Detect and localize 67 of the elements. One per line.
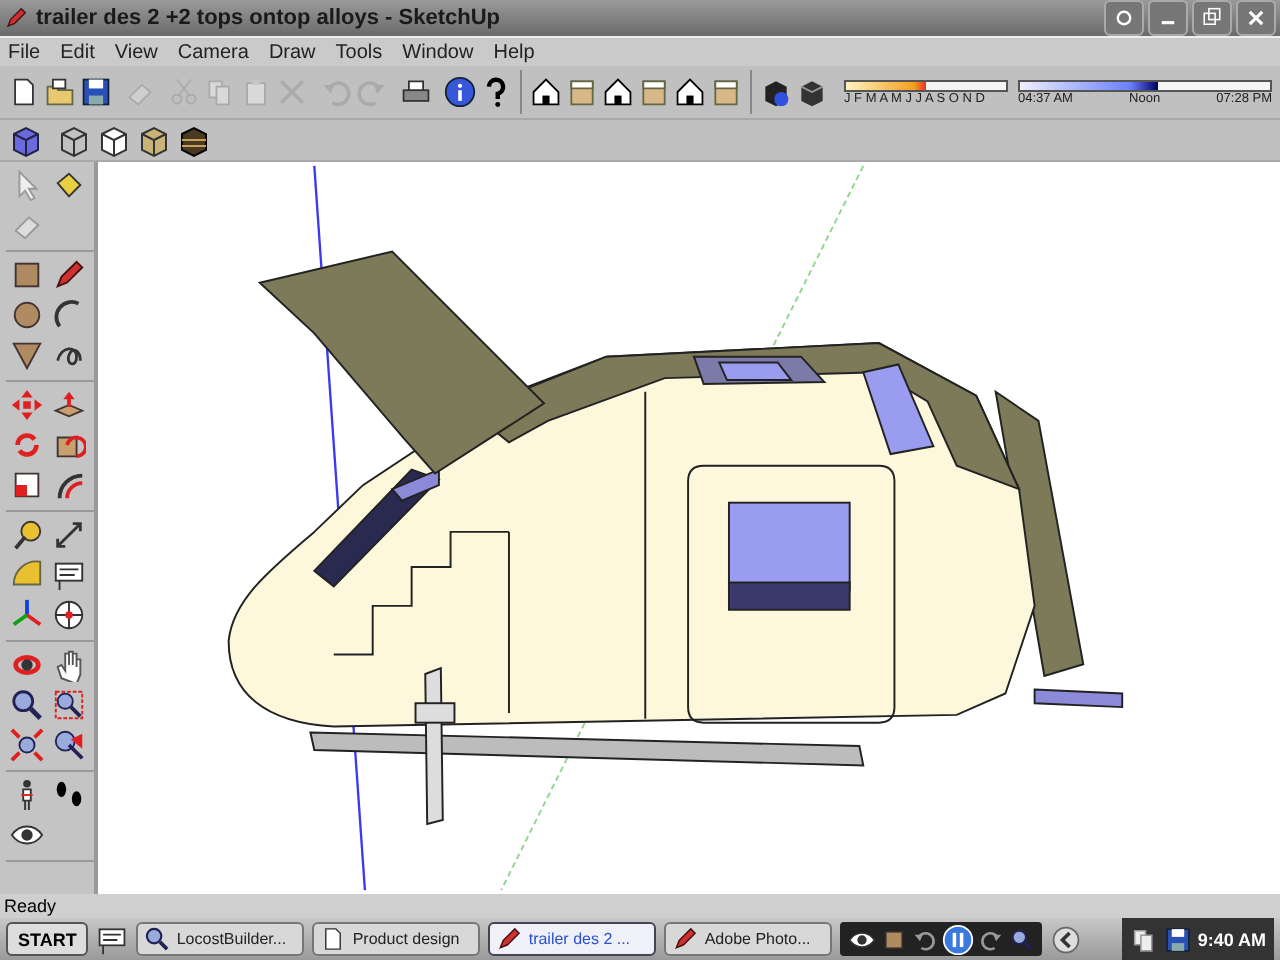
axes-icon[interactable]	[10, 598, 44, 632]
hand-icon[interactable]	[52, 648, 86, 682]
app-icon	[4, 6, 28, 30]
app-icon	[320, 926, 347, 952]
house-icon[interactable]	[602, 76, 634, 108]
house-icon[interactable]	[674, 76, 706, 108]
zoom-window-icon[interactable]	[52, 688, 86, 722]
shadow-icon[interactable]	[760, 76, 792, 108]
rectangle-icon[interactable]	[10, 258, 44, 292]
previous-view-icon[interactable]	[52, 728, 86, 762]
wireframe-cube-icon[interactable]	[56, 122, 92, 158]
textured-cube-icon[interactable]	[176, 122, 212, 158]
menu-item[interactable]: Tools	[335, 41, 383, 63]
model-canvas[interactable]	[98, 162, 1280, 894]
save-icon[interactable]	[80, 76, 112, 108]
box-view-icon[interactable]	[638, 76, 670, 108]
tape-measure-icon[interactable]	[10, 518, 44, 552]
scale-icon[interactable]	[10, 468, 44, 502]
app-icon	[672, 926, 699, 952]
box-view-icon[interactable]	[710, 76, 742, 108]
text-label-icon[interactable]	[52, 558, 86, 592]
triangle-icon[interactable]	[10, 338, 44, 372]
taskbar-button[interactable]: Adobe Photo...	[664, 922, 833, 956]
pencil-icon[interactable]	[52, 258, 86, 292]
status-text: Ready	[4, 896, 57, 916]
zoom-icon[interactable]	[10, 688, 44, 722]
quick-launch-icon[interactable]	[96, 923, 129, 955]
footprints-icon[interactable]	[52, 778, 86, 812]
clock: 9:40 AM	[1197, 929, 1266, 949]
menu-item[interactable]: Help	[493, 41, 535, 63]
start-button[interactable]: START	[6, 922, 89, 956]
month-slider[interactable]	[844, 79, 1008, 91]
menu-item[interactable]: Window	[402, 41, 474, 63]
info-icon[interactable]	[444, 76, 476, 108]
taskbar-button[interactable]: LocostBuilder...	[136, 922, 305, 956]
new-file-icon[interactable]	[8, 76, 40, 108]
taskbar-button[interactable]: Product design	[312, 922, 481, 956]
window-title: trailer des 2 +2 tops ontop alloys - SketchUp	[36, 6, 502, 30]
box-view-icon[interactable]	[566, 76, 598, 108]
printer-icon[interactable]	[400, 76, 432, 108]
next-icon[interactable]	[980, 927, 1005, 951]
dimension-icon[interactable]	[52, 518, 86, 552]
cube-icon[interactable]	[796, 76, 828, 108]
menu-item[interactable]: File	[8, 41, 41, 63]
open-folder-icon[interactable]	[44, 76, 76, 108]
offset-icon[interactable]	[52, 468, 86, 502]
push-pull-icon[interactable]	[52, 388, 86, 422]
menu-item[interactable]: Camera	[177, 41, 249, 63]
section-plane-icon[interactable]	[52, 598, 86, 632]
iso-view-icon[interactable]	[530, 76, 562, 108]
circle-icon[interactable]	[10, 298, 44, 332]
pause-icon[interactable]	[942, 923, 975, 955]
stop-icon[interactable]	[882, 927, 907, 951]
expand-tray-icon[interactable]	[1050, 923, 1083, 955]
xray-cube-icon[interactable]	[8, 122, 44, 158]
app-icon	[496, 926, 523, 952]
time-slider[interactable]	[1018, 79, 1272, 91]
menu-item[interactable]: View	[114, 41, 158, 63]
previous-icon[interactable]	[912, 927, 937, 951]
zoom-extents-icon[interactable]	[10, 728, 44, 762]
menu-item[interactable]: Edit	[60, 41, 95, 63]
trailer-model-drawing[interactable]	[227, 250, 1124, 826]
menu-item[interactable]: Draw	[268, 41, 316, 63]
hidden-line-cube-icon[interactable]	[96, 122, 132, 158]
app-icon	[144, 926, 171, 952]
shaded-cube-icon[interactable]	[136, 122, 172, 158]
taskbar-button[interactable]: trailer des 2 ...	[488, 922, 657, 956]
